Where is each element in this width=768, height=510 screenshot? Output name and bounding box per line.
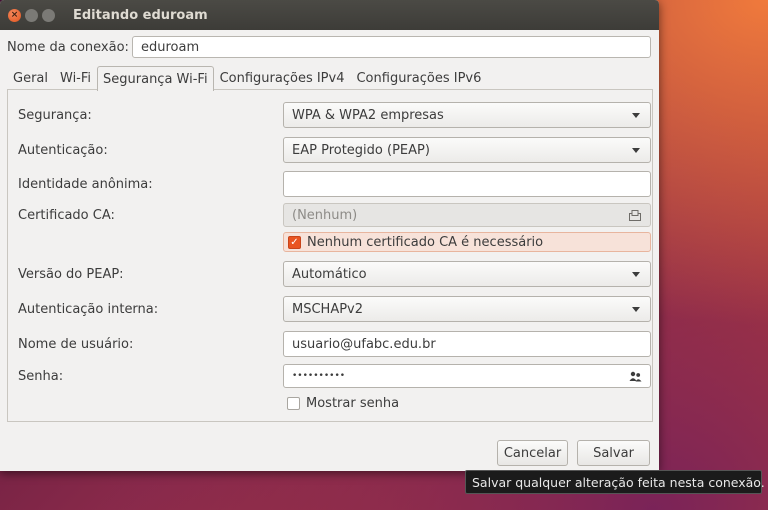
username-row: Nome de usuário: usuario@ufabc.edu.br <box>18 331 651 357</box>
maximize-window-button[interactable] <box>42 8 55 22</box>
no-ca-required-row: ✓ Nenhum certificado CA é necessário <box>18 232 651 252</box>
password-row: Senha: •••••••••• <box>18 363 651 389</box>
password-label: Senha: <box>18 368 64 384</box>
username-label: Nome de usuário: <box>18 336 134 352</box>
inner-auth-select[interactable]: MSCHAPv2 <box>283 296 651 322</box>
connection-name-input[interactable] <box>132 36 651 58</box>
security-select[interactable]: WPA & WPA2 empresas <box>283 102 651 128</box>
password-value: •••••••••• <box>292 371 346 381</box>
authentication-value: EAP Protegido (PEAP) <box>292 142 430 158</box>
tab-bar: Geral Wi-Fi Segurança Wi-Fi Configuraçõe… <box>7 66 487 91</box>
anonymous-identity-row: Identidade anônima: <box>18 171 651 197</box>
anonymous-identity-label: Identidade anônima: <box>18 176 153 192</box>
chevron-down-icon <box>632 271 640 277</box>
cancel-button[interactable]: Cancelar <box>497 440 568 466</box>
chevron-down-icon <box>632 306 640 312</box>
peap-version-label: Versão do PEAP: <box>18 266 124 282</box>
close-icon: × <box>10 9 19 20</box>
show-password-row: Mostrar senha <box>18 392 642 414</box>
authentication-select[interactable]: EAP Protegido (PEAP) <box>283 137 651 163</box>
connection-name-label: Nome da conexão: <box>7 39 129 55</box>
checkbox-icon <box>287 396 300 410</box>
show-password-label: Mostrar senha <box>306 395 400 411</box>
no-ca-required-label: Nenhum certificado CA é necessário <box>307 234 544 250</box>
tab-wifi-security[interactable]: Segurança Wi-Fi <box>97 66 214 91</box>
chevron-down-icon <box>632 147 640 153</box>
inner-auth-value: MSCHAPv2 <box>292 301 364 317</box>
tab-wifi[interactable]: Wi-Fi <box>54 66 97 90</box>
authentication-row: Autenticação: EAP Protegido (PEAP) <box>18 137 651 163</box>
window-title: Editando eduroam <box>73 7 208 23</box>
ca-certificate-chooser[interactable]: (Nenhum) <box>283 203 651 227</box>
security-label: Segurança: <box>18 107 92 123</box>
checkmark-icon: ✓ <box>288 235 301 249</box>
inner-auth-label: Autenticação interna: <box>18 301 159 317</box>
users-icon[interactable] <box>628 370 642 382</box>
password-input[interactable]: •••••••••• <box>283 364 651 388</box>
minimize-window-button[interactable] <box>25 8 38 22</box>
show-password-checkbox[interactable]: Mostrar senha <box>283 392 651 414</box>
tab-ipv6-settings[interactable]: Configurações IPv6 <box>350 66 487 90</box>
inner-auth-row: Autenticação interna: MSCHAPv2 <box>18 296 651 322</box>
chevron-down-icon <box>632 112 640 118</box>
security-value: WPA & WPA2 empresas <box>292 107 444 123</box>
username-value: usuario@ufabc.edu.br <box>292 336 436 352</box>
wifi-security-panel: Segurança: WPA & WPA2 empresas Autentica… <box>7 89 653 422</box>
peap-version-select[interactable]: Automático <box>283 261 651 287</box>
anonymous-identity-input[interactable] <box>283 171 651 197</box>
save-button[interactable]: Salvar <box>577 440 650 466</box>
edit-connection-window: × Editando eduroam Nome da conexão: Gera… <box>0 0 659 471</box>
no-ca-required-checkbox[interactable]: ✓ Nenhum certificado CA é necessário <box>283 232 651 252</box>
peap-version-row: Versão do PEAP: Automático <box>18 261 651 287</box>
username-input[interactable]: usuario@ufabc.edu.br <box>283 331 651 357</box>
tab-geral[interactable]: Geral <box>7 66 54 90</box>
connection-name-row: Nome da conexão: <box>7 35 651 59</box>
save-tooltip: Salvar qualquer alteração feita nesta co… <box>465 470 765 494</box>
ca-certificate-value: (Nenhum) <box>292 207 358 223</box>
file-chooser-icon <box>628 209 642 221</box>
title-bar: × Editando eduroam <box>0 0 659 30</box>
ca-certificate-row: Certificado CA: (Nenhum) <box>18 202 651 228</box>
security-row: Segurança: WPA & WPA2 empresas <box>18 102 651 128</box>
authentication-label: Autenticação: <box>18 142 108 158</box>
tab-ipv4-settings[interactable]: Configurações IPv4 <box>214 66 351 90</box>
ca-certificate-label: Certificado CA: <box>18 207 115 223</box>
peap-version-value: Automático <box>292 266 367 282</box>
close-window-button[interactable]: × <box>8 8 21 22</box>
